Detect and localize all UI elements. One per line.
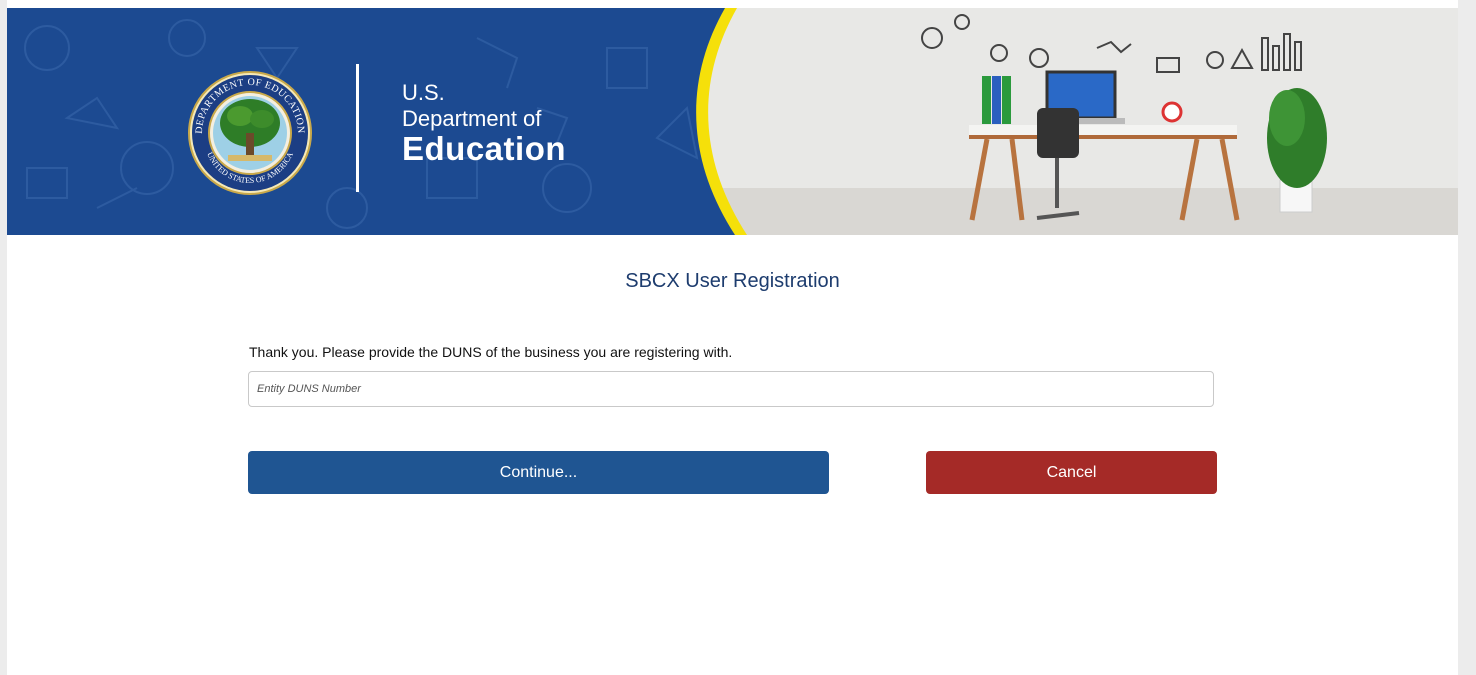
brand-divider — [356, 64, 359, 192]
continue-button[interactable]: Continue... — [248, 451, 829, 494]
agency-line-education: Education — [402, 130, 567, 167]
page-title: SBCX User Registration — [625, 270, 840, 292]
header-banner: DEPARTMENT OF EDUCATION UNITED STATES OF… — [7, 8, 1458, 235]
agency-line-us: U.S. — [402, 80, 445, 105]
agency-logo-text: U.S. Department of Education — [402, 80, 566, 166]
page: DEPARTMENT OF EDUCATION UNITED STATES OF… — [7, 0, 1458, 675]
agency-line-department: Department of — [402, 106, 542, 131]
desk-top — [969, 125, 1237, 135]
duns-number-input[interactable] — [248, 371, 1214, 407]
department-seal-icon: DEPARTMENT OF EDUCATION UNITED STATES OF… — [188, 71, 312, 195]
duns-prompt: Thank you. Please provide the DUNS of th… — [249, 344, 733, 360]
cancel-button[interactable]: Cancel — [926, 451, 1217, 494]
office-chair — [1037, 108, 1079, 158]
